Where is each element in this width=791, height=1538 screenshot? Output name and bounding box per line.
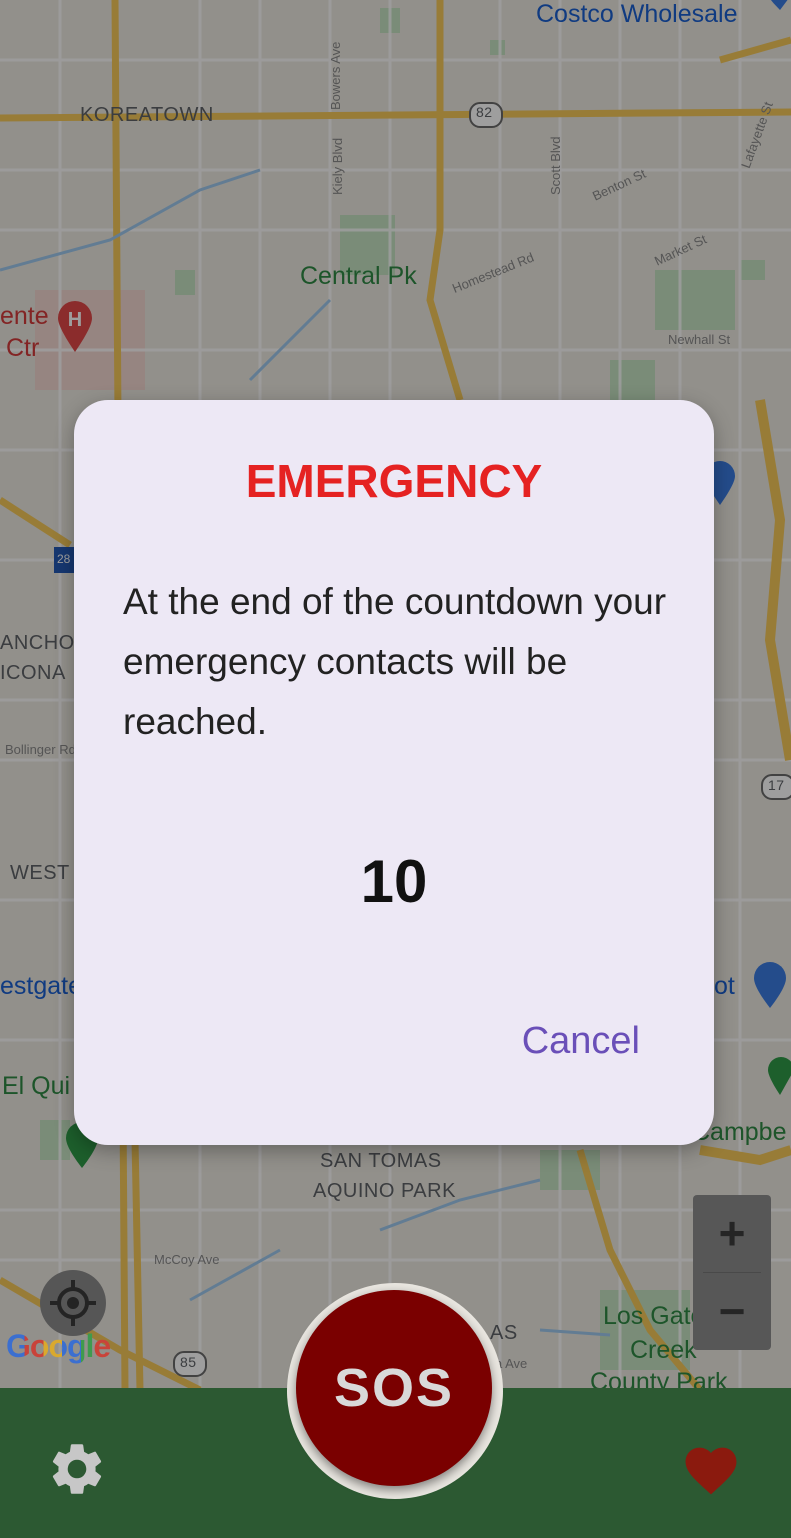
countdown-timer: 10	[360, 848, 428, 915]
cancel-button[interactable]: Cancel	[522, 1020, 640, 1063]
sos-button[interactable]: SOS	[296, 1290, 492, 1486]
gear-icon[interactable]	[46, 1438, 108, 1500]
dialog-title: EMERGENCY	[245, 455, 543, 507]
heart-icon[interactable]	[680, 1440, 742, 1496]
google-logo-text: Google	[6, 1328, 111, 1364]
google-logo: Google	[6, 1328, 111, 1365]
dialog-message: At the end of the countdown your emergen…	[123, 581, 667, 742]
emergency-dialog: EMERGENCY At the end of the countdown yo…	[74, 400, 714, 1145]
